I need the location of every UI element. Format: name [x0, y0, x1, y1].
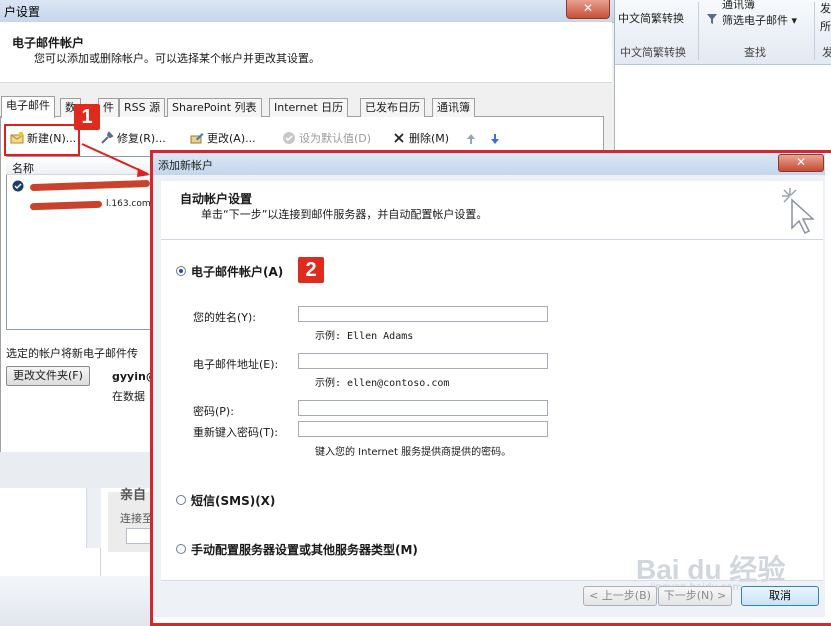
- move-down-arrow-icon[interactable]: [490, 133, 500, 148]
- name-label: 您的姓名(Y):: [193, 311, 257, 324]
- change-folder-button[interactable]: 更改文件夹(F): [6, 366, 90, 386]
- ribbon-cut-text: 发: [820, 2, 831, 15]
- retype-password-input[interactable]: [298, 421, 548, 437]
- name-column-header[interactable]: 名称: [12, 160, 34, 176]
- step-marker-2: 2: [298, 257, 324, 283]
- next-button[interactable]: 下一步(N) >: [658, 586, 732, 606]
- close-icon: ✕: [795, 155, 807, 169]
- password-input[interactable]: [298, 400, 548, 416]
- email-label: 电子邮件地址(E):: [193, 358, 279, 371]
- email-accounts-title: 电子邮件帐户: [12, 36, 85, 50]
- email-account-radio[interactable]: [176, 266, 186, 276]
- tab-email[interactable]: 电子邮件: [1, 96, 55, 118]
- edit-icon: [190, 131, 204, 145]
- email-accounts-desc: 您可以添加或删除帐户。可以选择某个帐户并更改其设置。: [34, 52, 320, 65]
- background-panel: [0, 576, 152, 626]
- step-marker-1: 1: [74, 104, 100, 130]
- check-circle-icon: [282, 131, 296, 145]
- tab-internet-calendar[interactable]: Internet 日历: [269, 98, 349, 117]
- email-hint: 示例: ellen@contoso.com: [315, 378, 450, 389]
- tab-rss[interactable]: RSS 源: [119, 98, 166, 117]
- ribbon-group-label: 发: [822, 46, 831, 59]
- account-address-fragment: l.163.com: [106, 199, 151, 209]
- default-account-check-icon: [12, 180, 24, 195]
- sms-radio[interactable]: [176, 495, 186, 505]
- manual-config-label[interactable]: 手动配置服务器设置或其他服务器类型(M): [191, 541, 418, 558]
- ribbon-group-label: 中文简繁转换: [620, 46, 686, 59]
- ribbon-filter-email-button[interactable]: 筛选电子邮件 ▾: [722, 12, 797, 28]
- dialog-close-button[interactable]: ✕: [778, 154, 824, 172]
- tab-published-calendar[interactable]: 已发布日历: [360, 98, 425, 117]
- delete-button[interactable]: 删除(M): [392, 130, 449, 148]
- name-hint: 示例: Ellen Adams: [315, 331, 414, 342]
- background-panel: [0, 452, 152, 488]
- dialog-title: 添加新帐户: [158, 159, 213, 172]
- name-input[interactable]: [298, 306, 548, 322]
- ribbon-separator: [698, 2, 699, 60]
- dialog-titlebar: [153, 153, 825, 175]
- auto-setup-desc: 单击“下一步”以连接到邮件服务器，并自动配置帐户设置。: [201, 208, 488, 221]
- dialog-divider: [161, 580, 823, 581]
- annotation-arrow: [80, 140, 160, 183]
- delete-label: 删除(M): [409, 132, 450, 145]
- tab-data-files-2[interactable]: 件: [98, 98, 119, 117]
- close-button[interactable]: ✕: [566, 0, 610, 19]
- ribbon-group-label: 查找: [744, 46, 766, 59]
- tab-address-book[interactable]: 通讯簿: [432, 98, 475, 117]
- ribbon-simplified-traditional-button[interactable]: 中文简繁转换: [618, 10, 684, 26]
- cursor-sparkle-icon: [780, 186, 815, 239]
- account-info-fragment: 在数据: [112, 390, 145, 403]
- ribbon-filter-email-label: 筛选电子邮件: [722, 14, 788, 27]
- close-icon: ✕: [582, 1, 594, 15]
- back-button[interactable]: < 上一步(B): [583, 586, 657, 606]
- tab-sharepoint[interactable]: SharePoint 列表: [167, 98, 262, 117]
- auto-setup-title: 自动帐户设置: [180, 192, 253, 206]
- set-default-label: 设为默认值(D): [299, 132, 372, 145]
- account-settings-titlebar: [0, 0, 614, 23]
- set-default-button[interactable]: 设为默认值(D): [282, 130, 371, 148]
- move-up-arrow-icon[interactable]: [466, 133, 476, 148]
- account-list-item[interactable]: l.163.com: [26, 196, 151, 214]
- background-text: 亲自: [120, 488, 147, 503]
- manual-config-radio[interactable]: [176, 544, 186, 554]
- password-hint: 键入您的 Internet 服务提供商提供的密码。: [315, 447, 512, 458]
- retype-password-label: 重新键入密码(T):: [193, 426, 279, 439]
- cancel-button[interactable]: 取消: [741, 586, 819, 606]
- change-label: 更改(A)...: [207, 132, 256, 145]
- sms-label[interactable]: 短信(SMS)(X): [191, 492, 275, 509]
- email-account-label[interactable]: 电子邮件帐户(A): [191, 263, 283, 280]
- delete-x-icon: [392, 131, 406, 145]
- highlight-box-new: [4, 124, 80, 156]
- ribbon-address-book-button[interactable]: 通讯簿: [722, 0, 755, 12]
- redacted-account-scribble: [29, 200, 103, 211]
- ribbon-cut-text: 所: [820, 20, 831, 33]
- ribbon-separator: [814, 2, 815, 60]
- account-settings-title: 户设置: [4, 5, 41, 19]
- filter-icon: [706, 13, 718, 25]
- background-text: 连接至: [120, 512, 153, 525]
- change-button[interactable]: 更改(A)...: [190, 130, 256, 148]
- scrollbar[interactable]: [86, 488, 101, 548]
- password-label: 密码(P):: [193, 405, 234, 418]
- delivery-note: 选定的帐户将新电子邮件传: [6, 347, 138, 360]
- email-input[interactable]: [298, 353, 548, 369]
